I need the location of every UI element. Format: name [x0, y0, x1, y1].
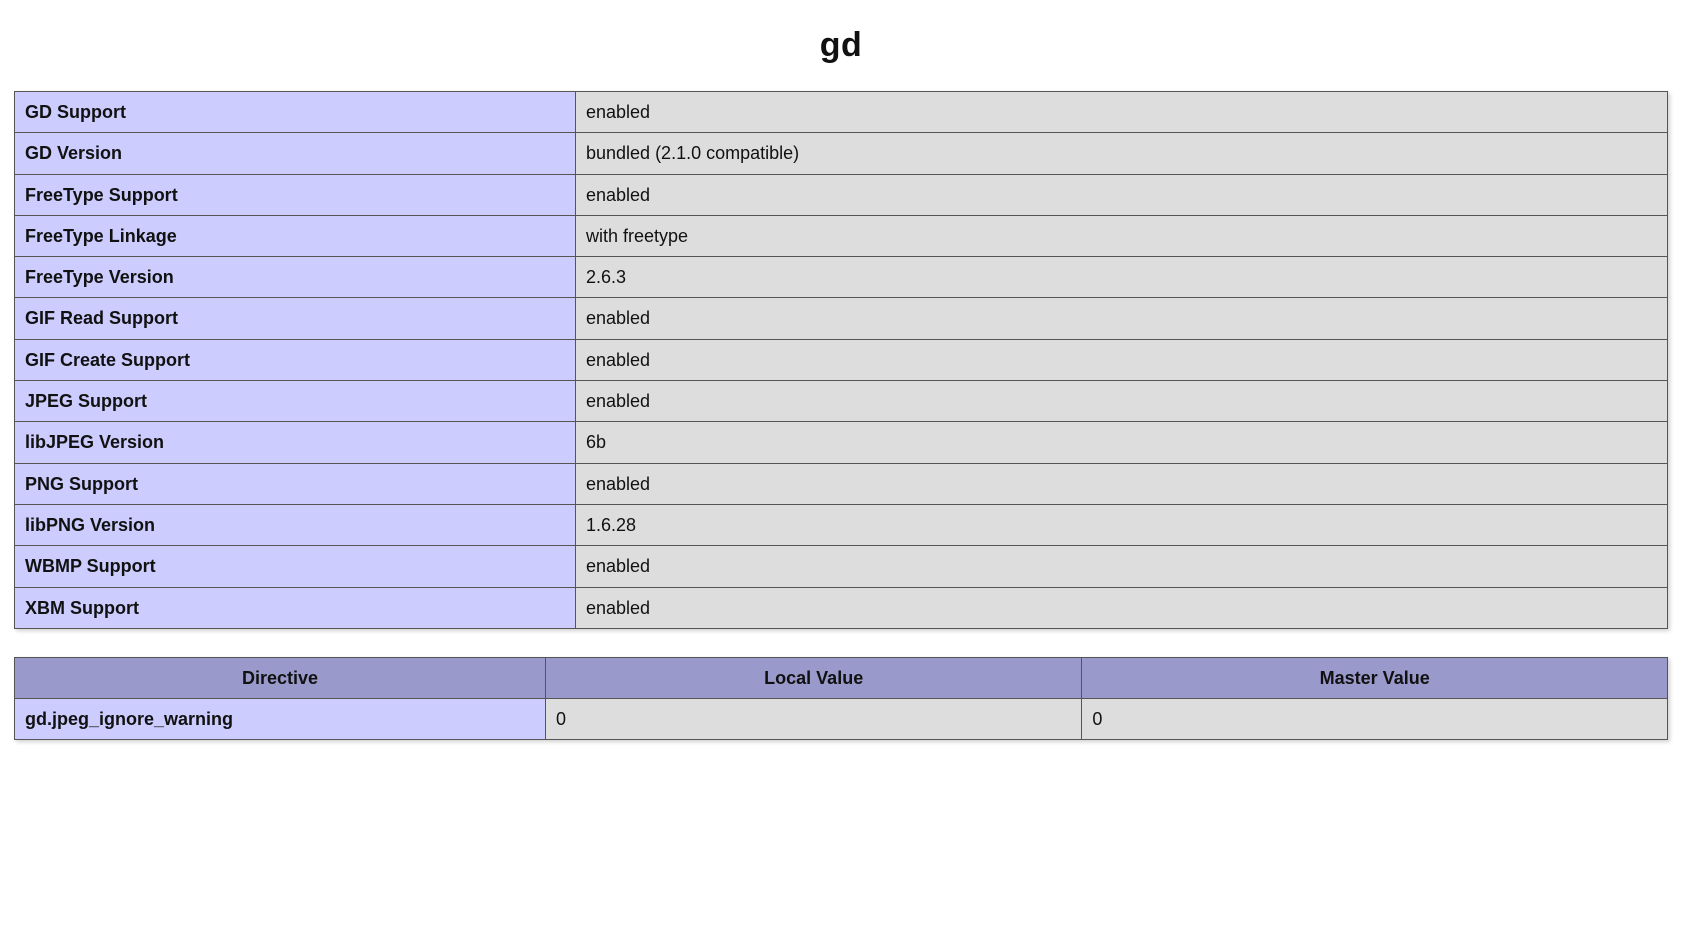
info-label: GD Version [15, 133, 576, 174]
info-value: enabled [576, 92, 1668, 133]
info-label: GIF Create Support [15, 339, 576, 380]
directive-name: gd.jpeg_ignore_warning [15, 699, 546, 740]
info-label: GIF Read Support [15, 298, 576, 339]
info-value: enabled [576, 174, 1668, 215]
info-value: enabled [576, 463, 1668, 504]
info-label: WBMP Support [15, 546, 576, 587]
info-label: GD Support [15, 92, 576, 133]
info-value: 2.6.3 [576, 257, 1668, 298]
gd-info-table: GD Support enabled GD Version bundled (2… [14, 91, 1668, 629]
table-row: libJPEG Version 6b [15, 422, 1668, 463]
info-label: libJPEG Version [15, 422, 576, 463]
directive-local: 0 [546, 699, 1082, 740]
info-label: FreeType Version [15, 257, 576, 298]
table-row: libPNG Version 1.6.28 [15, 504, 1668, 545]
table-row: GD Support enabled [15, 92, 1668, 133]
info-label: FreeType Linkage [15, 215, 576, 256]
section-title: gd [14, 26, 1668, 65]
gd-directive-table: Directive Local Value Master Value gd.jp… [14, 657, 1668, 741]
info-value: enabled [576, 298, 1668, 339]
info-value: enabled [576, 587, 1668, 628]
table-row: JPEG Support enabled [15, 381, 1668, 422]
table-row: GIF Read Support enabled [15, 298, 1668, 339]
info-label: XBM Support [15, 587, 576, 628]
directive-master: 0 [1082, 699, 1668, 740]
info-value: enabled [576, 339, 1668, 380]
info-label: FreeType Support [15, 174, 576, 215]
info-value: enabled [576, 381, 1668, 422]
info-value: 1.6.28 [576, 504, 1668, 545]
table-row: gd.jpeg_ignore_warning 0 0 [15, 699, 1668, 740]
col-header-master-value: Master Value [1082, 657, 1668, 698]
info-value: bundled (2.1.0 compatible) [576, 133, 1668, 174]
info-label: libPNG Version [15, 504, 576, 545]
table-header-row: Directive Local Value Master Value [15, 657, 1668, 698]
table-row: XBM Support enabled [15, 587, 1668, 628]
info-value: enabled [576, 546, 1668, 587]
table-row: FreeType Version 2.6.3 [15, 257, 1668, 298]
table-row: GD Version bundled (2.1.0 compatible) [15, 133, 1668, 174]
table-row: GIF Create Support enabled [15, 339, 1668, 380]
table-row: FreeType Linkage with freetype [15, 215, 1668, 256]
info-value: with freetype [576, 215, 1668, 256]
col-header-local-value: Local Value [546, 657, 1082, 698]
table-row: FreeType Support enabled [15, 174, 1668, 215]
info-label: JPEG Support [15, 381, 576, 422]
info-label: PNG Support [15, 463, 576, 504]
table-row: PNG Support enabled [15, 463, 1668, 504]
col-header-directive: Directive [15, 657, 546, 698]
info-value: 6b [576, 422, 1668, 463]
table-row: WBMP Support enabled [15, 546, 1668, 587]
